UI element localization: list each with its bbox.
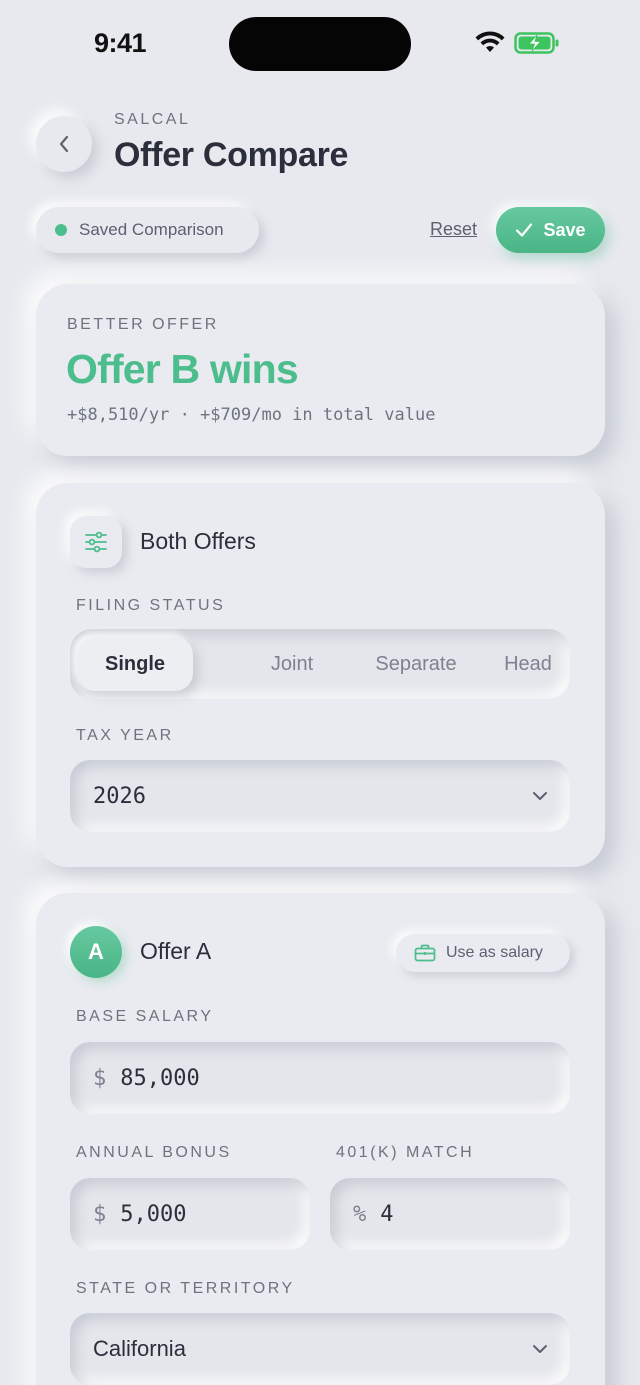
result-eyebrow: BETTER OFFER bbox=[67, 316, 219, 333]
filing-status-label: FILING STATUS bbox=[76, 597, 226, 614]
base-salary-label: BASE SALARY bbox=[76, 1008, 214, 1025]
base-salary-input[interactable]: $ 85,000 bbox=[70, 1042, 570, 1114]
saved-comparison-pill[interactable]: Saved Comparison bbox=[36, 207, 259, 253]
currency-prefix: $ bbox=[93, 1065, 107, 1091]
state-value: California bbox=[93, 1336, 186, 1361]
annual-bonus-input[interactable]: $ 5,000 bbox=[70, 1178, 310, 1250]
currency-prefix: $ bbox=[93, 1201, 107, 1227]
back-button[interactable] bbox=[36, 116, 92, 172]
filing-status-segmented-control: Single Joint Separate Head bbox=[70, 629, 570, 699]
use-as-salary-button[interactable]: Use as salary bbox=[396, 934, 570, 972]
status-dot-icon bbox=[55, 224, 67, 236]
page-title: Offer Compare bbox=[114, 136, 349, 174]
chevron-down-icon bbox=[533, 792, 547, 800]
filing-option-single[interactable]: Single bbox=[77, 637, 193, 691]
result-title: Offer B wins bbox=[66, 346, 299, 392]
tax-year-label: TAX YEAR bbox=[76, 727, 174, 744]
section-title-both-offers: Both Offers bbox=[140, 528, 256, 554]
tax-year-value: 2026 bbox=[93, 783, 146, 809]
percent-prefix: % bbox=[353, 1201, 367, 1227]
annual-bonus-value: 5,000 bbox=[120, 1201, 187, 1227]
app-name: SALCAL bbox=[114, 111, 191, 128]
offer-a-avatar: A bbox=[70, 926, 122, 978]
result-card: BETTER OFFER Offer B wins +$8,510/yr · +… bbox=[36, 284, 605, 456]
dynamic-island bbox=[229, 17, 411, 71]
saved-comparison-label: Saved Comparison bbox=[79, 220, 224, 239]
401k-match-input[interactable]: % 4 bbox=[330, 1178, 570, 1250]
save-label: Save bbox=[543, 219, 586, 240]
chevron-down-icon bbox=[533, 1345, 547, 1353]
chevron-left-icon bbox=[59, 135, 69, 153]
use-as-salary-label: Use as salary bbox=[446, 944, 543, 961]
sliders-icon-tile bbox=[70, 516, 122, 568]
briefcase-icon bbox=[414, 944, 436, 962]
base-salary-value: 85,000 bbox=[120, 1065, 200, 1091]
filing-option-head[interactable]: Head bbox=[474, 629, 582, 699]
offer-a-card: A Offer A Use as salary BASE SALARY $ 85… bbox=[36, 893, 605, 1385]
both-offers-card: Both Offers FILING STATUS Single Joint S… bbox=[36, 483, 605, 867]
battery-charging-icon bbox=[514, 32, 559, 54]
status-time: 9:41 bbox=[94, 28, 147, 58]
wifi-icon bbox=[475, 31, 505, 52]
section-title-offer-a: Offer A bbox=[140, 938, 212, 964]
filing-option-separate[interactable]: Separate bbox=[354, 629, 478, 699]
state-label: STATE OR TERRITORY bbox=[76, 1280, 295, 1297]
401k-match-value: 4 bbox=[380, 1201, 394, 1227]
filing-option-joint[interactable]: Joint bbox=[230, 629, 354, 699]
result-subtitle: +$8,510/yr · +$709/mo in total value bbox=[67, 405, 436, 425]
401k-match-label: 401(K) MATCH bbox=[336, 1144, 475, 1161]
checkmark-icon bbox=[516, 223, 533, 237]
sliders-icon bbox=[85, 531, 107, 553]
state-select[interactable]: California bbox=[70, 1313, 570, 1385]
reset-link[interactable]: Reset bbox=[430, 219, 477, 240]
save-button[interactable]: Save bbox=[496, 207, 605, 253]
tax-year-select[interactable]: 2026 bbox=[70, 760, 570, 832]
annual-bonus-label: ANNUAL BONUS bbox=[76, 1144, 232, 1161]
